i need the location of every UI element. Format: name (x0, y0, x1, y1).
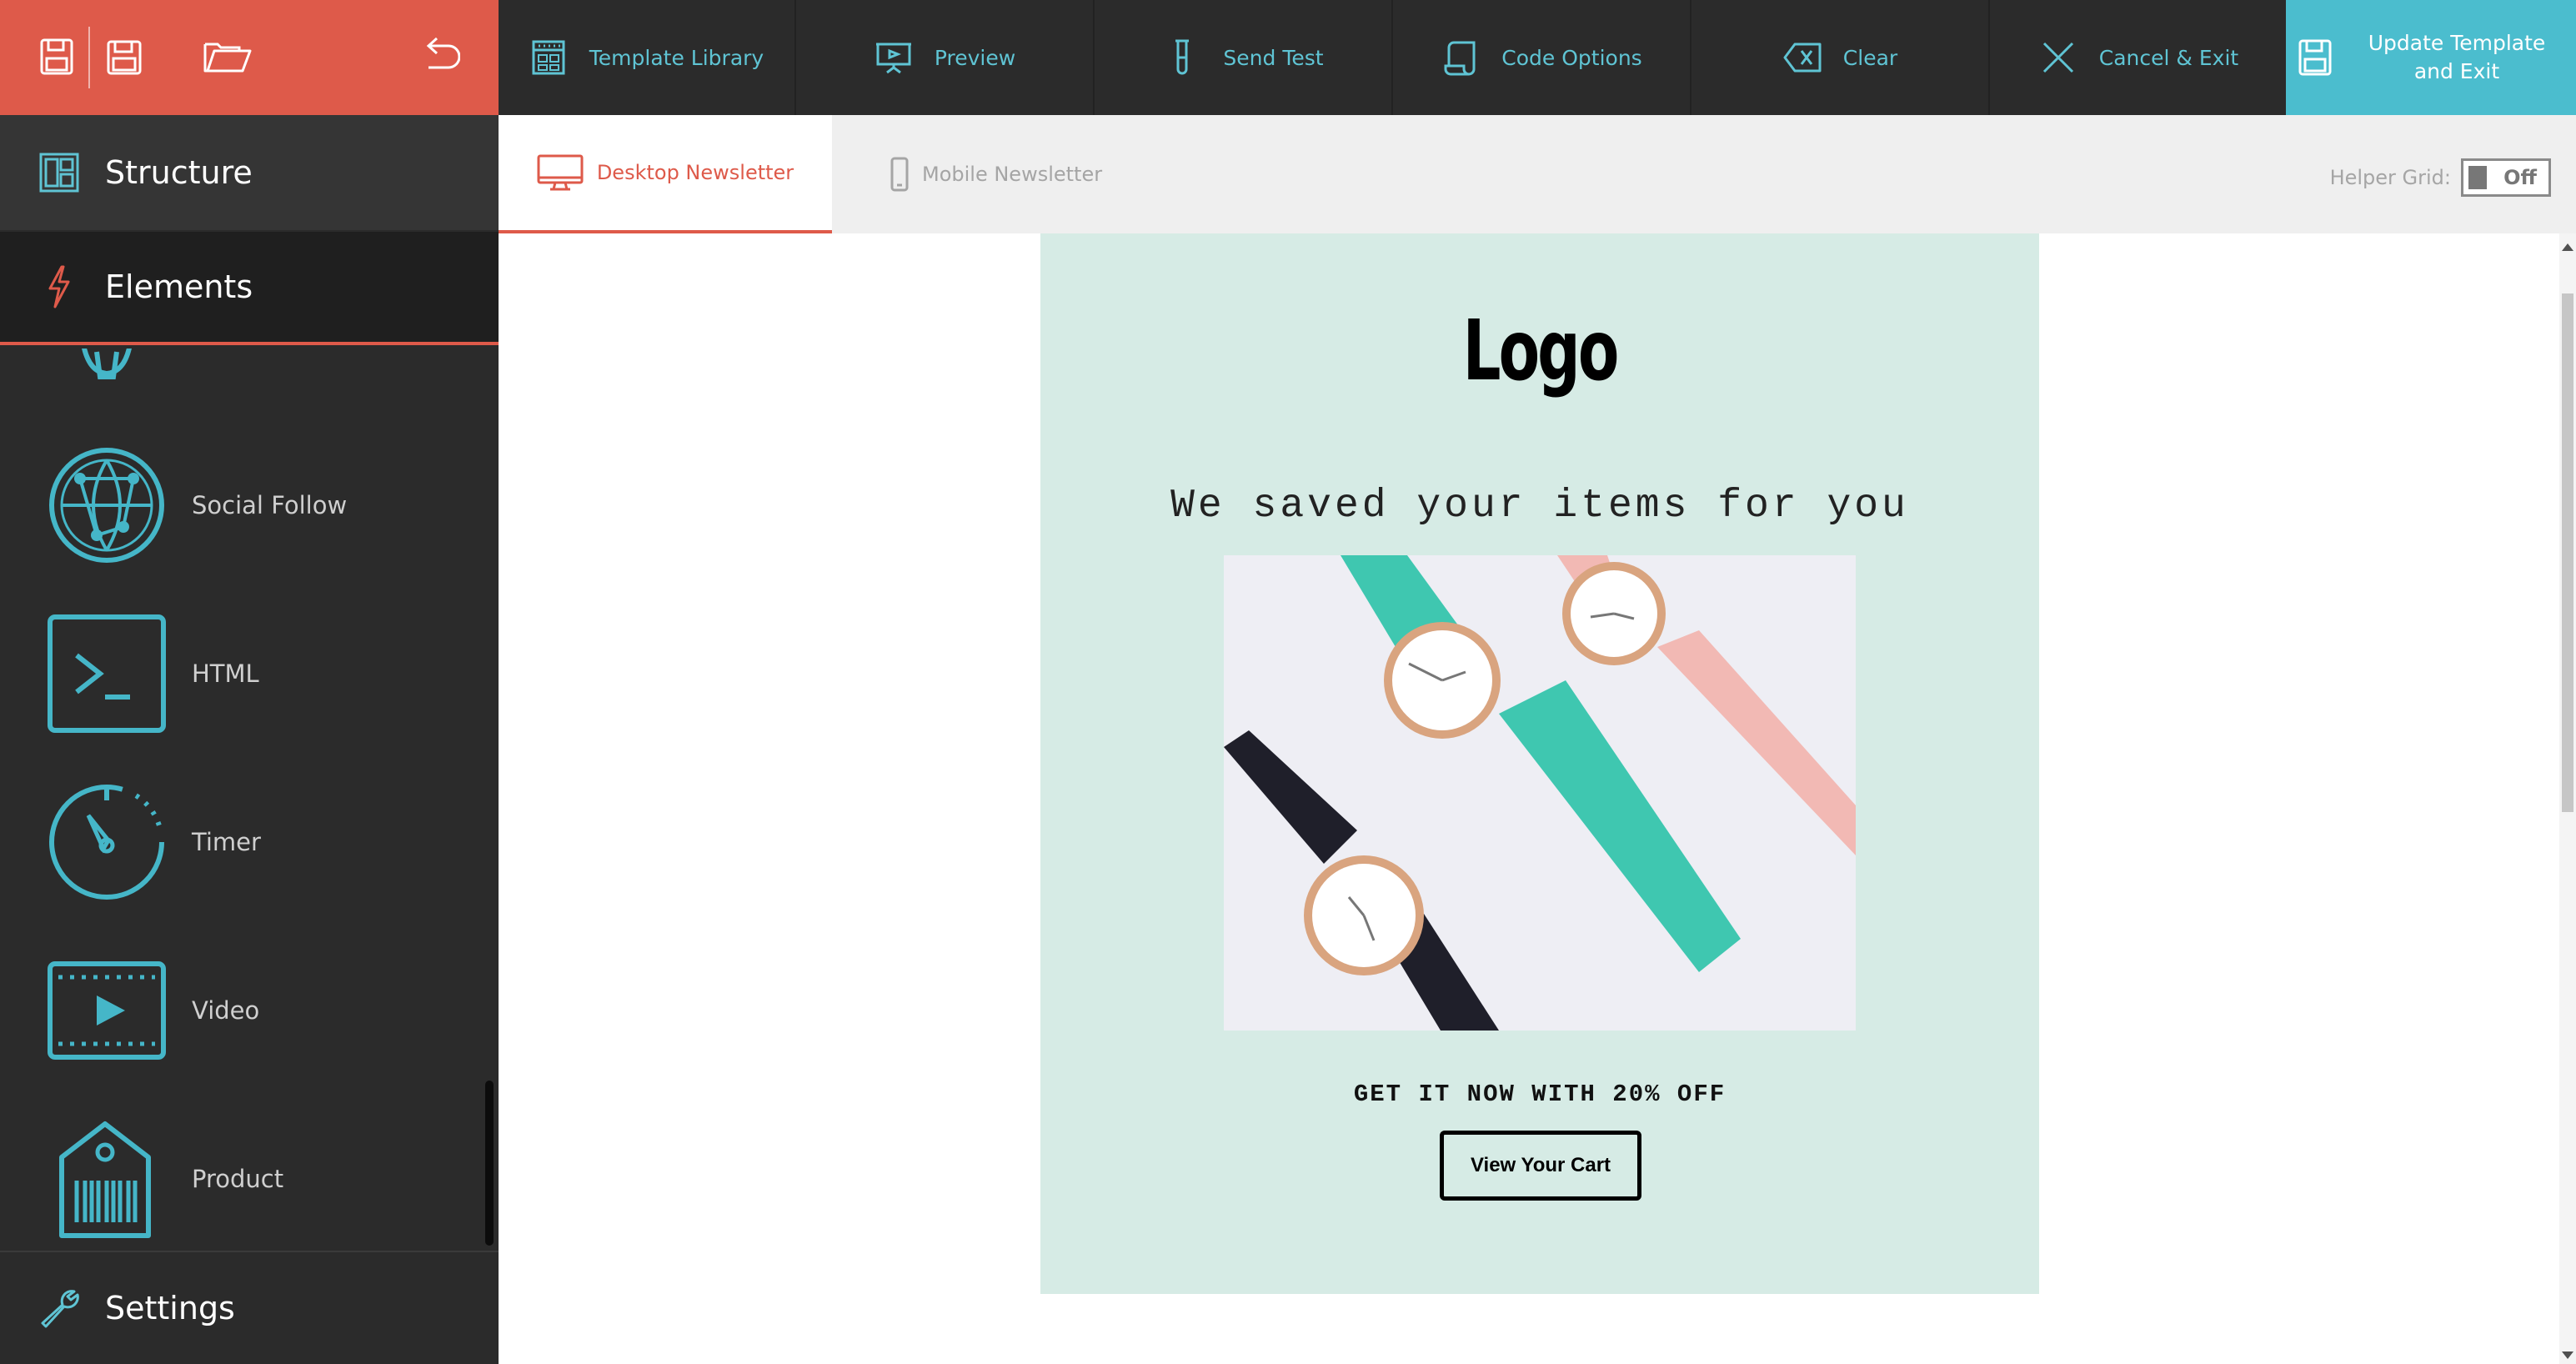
helper-grid-value: Off (2503, 166, 2537, 189)
product-tag-icon (47, 1119, 167, 1239)
quick-actions-bar (0, 0, 499, 115)
product-image-watches[interactable] (1224, 555, 1856, 1031)
desktop-tab-label: Desktop Newsletter (596, 161, 794, 184)
backspace-clear-icon (1783, 38, 1822, 77)
cancel-exit-label: Cancel & Exit (2098, 45, 2239, 70)
layout-grid-icon (37, 150, 82, 195)
lightning-icon (37, 264, 82, 309)
settings-section-header[interactable]: Settings (0, 1251, 499, 1364)
tab-desktop-newsletter[interactable]: Desktop Newsletter (499, 115, 832, 233)
update-template-exit-button[interactable]: Update Template and Exit (2286, 0, 2576, 115)
terminal-icon (47, 614, 167, 734)
test-tube-icon (1163, 38, 1201, 77)
template-library-button[interactable]: Template Library (499, 0, 796, 115)
template-library-icon (529, 38, 568, 77)
preview-button[interactable]: Preview (797, 0, 1095, 115)
scroll-code-icon (1441, 38, 1480, 77)
element-item-partial[interactable] (0, 349, 499, 400)
scroll-down-arrow-icon[interactable] (2562, 1351, 2573, 1359)
view-tabs-bar: Desktop Newsletter Mobile Newsletter Hel… (499, 115, 2576, 233)
elements-scrollbar[interactable] (485, 1081, 494, 1246)
elements-label: Elements (105, 268, 253, 305)
timer-icon (47, 782, 167, 902)
newsletter-offer-text[interactable]: GET IT NOW WITH 20% OFF (1040, 1081, 2039, 1108)
template-library-label: Template Library (589, 45, 764, 70)
update-template-exit-label: Update Template and Exit (2368, 31, 2546, 83)
clear-button[interactable]: Clear (1692, 0, 1990, 115)
element-label-product: Product (192, 1165, 284, 1193)
view-cart-button[interactable]: View Your Cart (1440, 1131, 1641, 1201)
email-editor-app: Structure Elements Social Follow HTML Ti… (0, 0, 2576, 1364)
code-options-button[interactable]: Code Options (1394, 0, 1691, 115)
close-icon (2039, 38, 2077, 77)
tab-mobile-newsletter[interactable]: Mobile Newsletter (890, 115, 1102, 233)
save-icon[interactable] (32, 30, 82, 83)
newsletter-logo[interactable]: Logo (1180, 302, 1900, 399)
wrench-icon (37, 1286, 82, 1331)
save-icon (2296, 37, 2334, 78)
newsletter-preview[interactable]: Logo We saved your items for you GET IT … (1040, 233, 2039, 1294)
element-label-html: HTML (192, 659, 259, 688)
open-folder-icon[interactable] (200, 30, 255, 83)
element-item-product[interactable]: Product (0, 1104, 499, 1249)
settings-label: Settings (105, 1290, 235, 1326)
structure-label: Structure (105, 154, 253, 191)
code-options-label: Code Options (1501, 45, 1642, 70)
left-sidebar: Structure Elements Social Follow HTML Ti… (0, 0, 499, 1364)
quick-divider (88, 27, 90, 88)
element-item-timer[interactable]: Timer (0, 767, 499, 917)
toggle-knob (2468, 166, 2487, 189)
helper-grid-control: Helper Grid: Off (2330, 158, 2551, 197)
element-label-social-follow: Social Follow (192, 491, 348, 519)
element-item-social-follow[interactable]: Social Follow (0, 430, 499, 580)
helper-grid-toggle[interactable]: Off (2461, 158, 2551, 197)
send-test-label: Send Test (1223, 45, 1324, 70)
video-icon (47, 950, 167, 1071)
helper-grid-label: Helper Grid: (2329, 166, 2451, 189)
mobile-phone-icon (890, 157, 909, 192)
element-label-timer: Timer (192, 828, 261, 856)
preview-icon (875, 38, 913, 77)
desktop-monitor-icon (537, 154, 584, 191)
newsletter-headline[interactable]: We saved your items for you (1040, 484, 2039, 529)
globe-network-icon (47, 445, 167, 565)
canvas-scroll-thumb[interactable] (2562, 293, 2573, 812)
structure-section-header[interactable]: Structure (0, 115, 499, 230)
undo-icon[interactable] (415, 30, 465, 83)
cancel-exit-button[interactable]: Cancel & Exit (1991, 0, 2288, 115)
canvas-scrollbar[interactable] (2559, 233, 2576, 1364)
elements-list: Social Follow HTML Timer Video Product (0, 349, 499, 1249)
partial-element-icon (47, 349, 167, 385)
element-label-video: Video (192, 996, 260, 1025)
elements-section-header[interactable]: Elements (0, 232, 499, 345)
preview-label: Preview (934, 45, 1016, 70)
scroll-up-arrow-icon[interactable] (2562, 243, 2573, 251)
top-toolbar: Template Library Preview Send Test Code … (499, 0, 2576, 115)
clear-label: Clear (1842, 45, 1898, 70)
mobile-tab-label: Mobile Newsletter (922, 163, 1103, 186)
send-test-button[interactable]: Send Test (1095, 0, 1393, 115)
save-as-icon[interactable] (100, 30, 150, 83)
element-item-video[interactable]: Video (0, 935, 499, 1086)
element-item-html[interactable]: HTML (0, 599, 499, 749)
